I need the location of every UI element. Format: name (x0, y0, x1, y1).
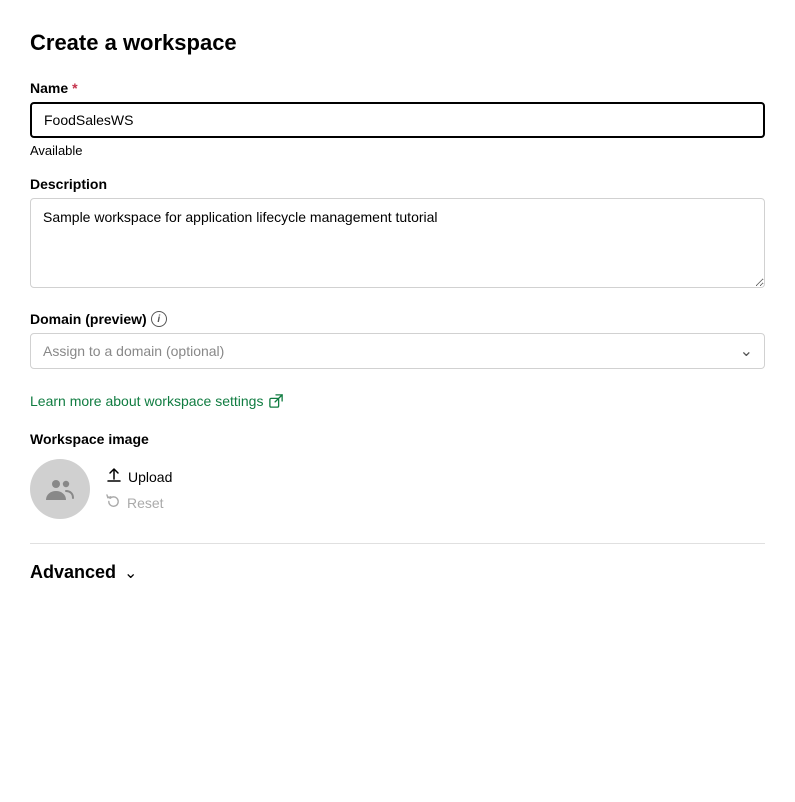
advanced-chevron-icon: ⌄ (124, 563, 137, 583)
workspace-image-placeholder (30, 459, 90, 519)
domain-dropdown[interactable]: Assign to a domain (optional) (30, 333, 765, 369)
advanced-section[interactable]: Advanced ⌄ (30, 562, 765, 583)
external-link-icon (269, 394, 283, 408)
upload-icon (106, 467, 122, 488)
workspace-image-section: Workspace image Upload (30, 431, 765, 519)
domain-label-text: Domain (preview) (30, 311, 147, 327)
description-label: Description (30, 176, 765, 192)
learn-more-link[interactable]: Learn more about workspace settings (30, 393, 283, 409)
domain-dropdown-wrapper: Assign to a domain (optional) ⌄ (30, 333, 765, 369)
advanced-label: Advanced (30, 562, 116, 583)
workspace-image-label: Workspace image (30, 431, 765, 447)
people-icon (44, 473, 76, 505)
name-label-text: Name (30, 80, 68, 96)
upload-label: Upload (128, 469, 172, 485)
image-row: Upload Reset (30, 459, 765, 519)
reset-button[interactable]: Reset (106, 494, 172, 512)
required-indicator: * (72, 80, 77, 96)
availability-status: Available (30, 143, 765, 158)
name-field-group: Name * Available (30, 80, 765, 158)
domain-label: Domain (preview) i (30, 311, 765, 327)
page-title: Create a workspace (30, 30, 765, 56)
description-label-text: Description (30, 176, 107, 192)
name-input[interactable] (30, 102, 765, 138)
domain-field-group: Domain (preview) i Assign to a domain (o… (30, 311, 765, 369)
reset-icon (106, 494, 121, 512)
image-actions: Upload Reset (106, 467, 172, 512)
section-divider (30, 543, 765, 544)
learn-more-text: Learn more about workspace settings (30, 393, 263, 409)
upload-button[interactable]: Upload (106, 467, 172, 488)
reset-label: Reset (127, 495, 164, 511)
domain-info-icon[interactable]: i (151, 311, 167, 327)
name-label: Name * (30, 80, 765, 96)
description-field-group: Description Sample workspace for applica… (30, 176, 765, 293)
description-input[interactable]: Sample workspace for application lifecyc… (30, 198, 765, 288)
